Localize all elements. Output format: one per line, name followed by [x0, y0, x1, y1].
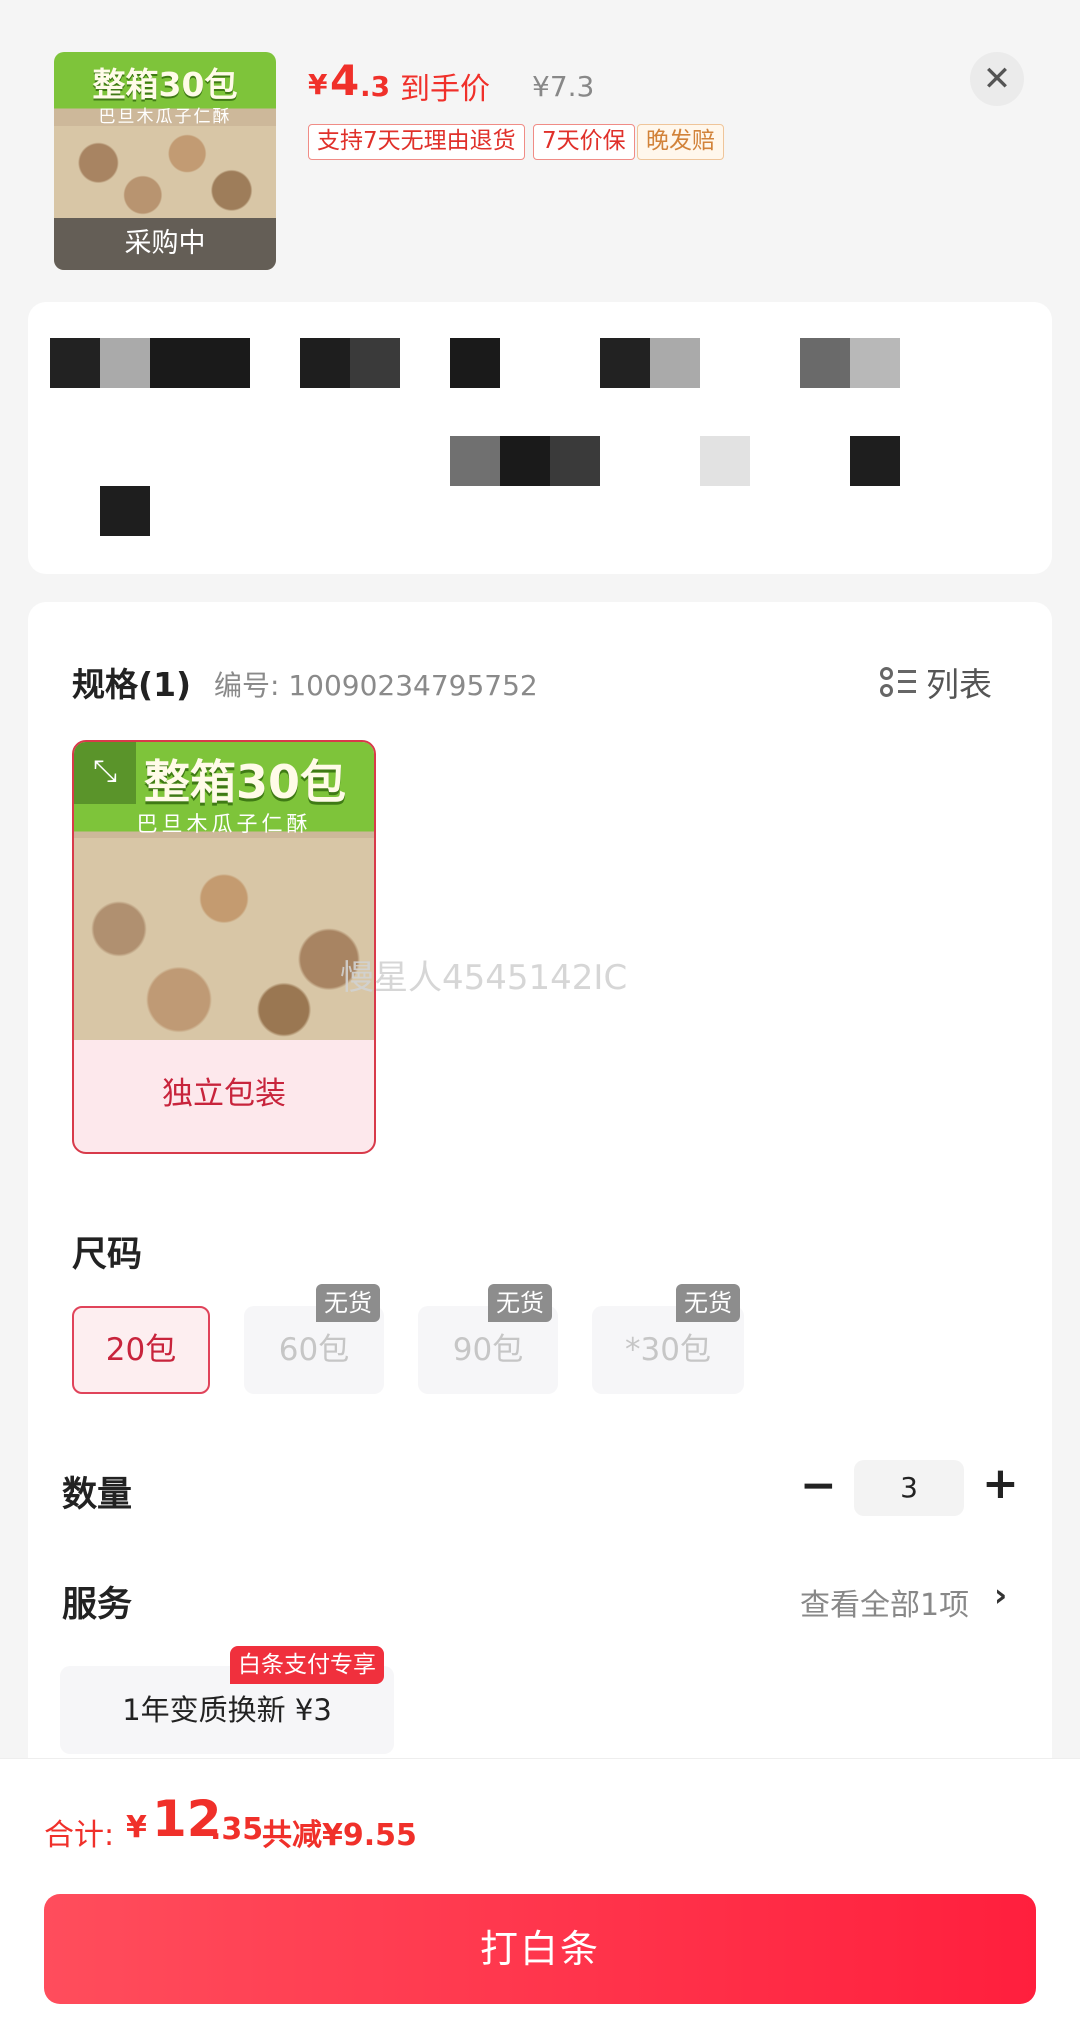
list-view-icon [880, 665, 916, 699]
spec-option-card[interactable]: 整箱30包 巴旦木瓜子仁酥 ⤡ 独立包装 [72, 740, 376, 1154]
spec-image-subtitle: 巴旦木瓜子仁酥 [136, 812, 312, 836]
total-label: 合计: [44, 1818, 115, 1853]
size-option-20[interactable]: 20包 [72, 1306, 210, 1394]
thumb-status: 采购中 [54, 218, 276, 270]
list-toggle-label: 列表 [926, 665, 992, 704]
total-discount: 共减¥9.55 [262, 1818, 417, 1853]
service-title: 服务 [62, 1585, 133, 1625]
expand-icon[interactable]: ⤡ [74, 742, 136, 804]
watermark: 慢星人4545142IC [340, 958, 628, 998]
redacted-block [850, 338, 900, 388]
quantity-input[interactable]: 3 [854, 1460, 964, 1516]
tag-price-protect: 7天价保 [533, 124, 635, 160]
redacted-block [850, 436, 900, 486]
redacted-block [550, 436, 600, 486]
product-thumbnail[interactable]: 整箱30包 巴旦木瓜子仁酥 采购中 [54, 52, 276, 270]
redacted-block [100, 486, 150, 536]
pay-button[interactable]: 打白条 [44, 1894, 1036, 2004]
redacted-block [150, 338, 250, 388]
redacted-block [500, 436, 550, 486]
quantity-title: 数量 [62, 1475, 133, 1515]
redacted-block [100, 338, 150, 388]
close-icon: ✕ [982, 59, 1012, 99]
price-decimal: .3 [360, 70, 391, 103]
service-exclusive-badge: 白条支付专享 [230, 1646, 384, 1684]
spec-option-label: 独立包装 [162, 1076, 286, 1112]
thumb-title: 整箱30包 [92, 65, 238, 104]
address-card[interactable] [28, 302, 1052, 574]
redacted-block [450, 338, 500, 388]
quantity-plus-button[interactable]: + [982, 1458, 1019, 1509]
spec-number: 编号: 10090234795752 [214, 669, 538, 702]
service-view-all-link[interactable]: 查看全部1项 [800, 1580, 969, 1624]
out-of-stock-badge: 无货 [676, 1284, 740, 1322]
out-of-stock-badge: 无货 [488, 1284, 552, 1322]
thumb-subtitle: 巴旦木瓜子仁酥 [98, 107, 232, 127]
price-currency: ¥ [308, 68, 328, 101]
redacted-block [300, 338, 350, 388]
redacted-block [50, 338, 100, 388]
list-view-toggle[interactable]: 列表 [880, 658, 992, 706]
total-currency: ¥ [126, 1810, 147, 1845]
redacted-block [350, 338, 400, 388]
spec-option-image: 整箱30包 巴旦木瓜子仁酥 ⤡ [74, 742, 374, 1040]
redacted-block [600, 338, 650, 388]
redacted-block [450, 436, 500, 486]
spec-image-title: 整箱30包 [144, 755, 347, 809]
tag-late-delivery: 晚发赔 [637, 124, 724, 160]
chevron-right-icon[interactable]: › [994, 1576, 1007, 1614]
redacted-block [650, 338, 700, 388]
close-button[interactable]: ✕ [970, 52, 1024, 106]
price-integer: 4 [330, 56, 360, 105]
product-photo [54, 126, 276, 218]
price-label: 到手价 [400, 72, 490, 107]
quantity-minus-button[interactable]: − [800, 1460, 837, 1511]
total-decimal: .35 [210, 1812, 264, 1847]
size-title: 尺码 [72, 1235, 143, 1275]
spec-image-photo [74, 838, 374, 1040]
redacted-block [800, 338, 850, 388]
original-price: ¥7.3 [532, 70, 595, 103]
out-of-stock-badge: 无货 [316, 1284, 380, 1322]
spec-title: 规格(1) [72, 665, 192, 704]
tag-return-policy: 支持7天无理由退货 [308, 124, 525, 160]
redacted-block [700, 436, 750, 486]
